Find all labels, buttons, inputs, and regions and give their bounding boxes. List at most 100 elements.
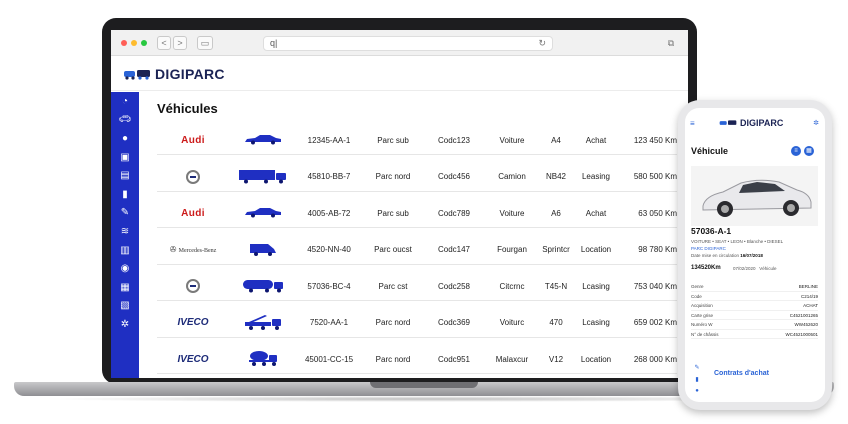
detail-label: Acquisition [691,303,713,308]
plate-number: 12345-AA-1 [307,135,351,145]
browser-toolbar: < > ▭ q| ↻ ⧉ [111,30,688,56]
mileage: 580 500 Km [633,172,677,181]
plate-number: 4520-NN-40 [307,245,351,254]
detail-label: N° de châssis [691,331,719,337]
sedan-icon [229,206,297,220]
vehicle-photo [691,166,818,226]
detail-row: Code C214/19 [691,292,818,301]
phone-header: ≡ DIGIPARC ✲ [685,118,825,136]
app-header: DIGIPARC [111,57,688,91]
date-label: Date mise en circulation [691,253,740,258]
phone-screen: ≡ DIGIPARC ✲ Véhicule ≡ ▦ 57036-A-1 VOIT… [685,108,825,402]
volvo-logo-icon [186,279,200,293]
mileage-source: Véhicule [759,266,777,271]
plate-number: 45810-BB-7 [307,172,351,181]
vehicle-park: PARC DIGIPARC [691,246,726,251]
acquisition-mode: Lcasing [582,318,610,327]
detail-label: Carte grise [691,312,714,318]
vehicle-model: T45-N [544,281,568,291]
maximize-dot[interactable] [141,40,147,46]
page-title: Véhicules [157,101,218,116]
tanker-icon [229,277,297,295]
settings-icon[interactable]: ✲ [813,119,819,127]
vehicle-code: Codc147 [437,245,471,254]
detail-label: Code [691,293,702,299]
vehicle-type: Voiture [499,135,525,145]
acquisition-mode: Leasing [581,172,611,181]
table-row[interactable]: Audi 4005-AB-72 Parc sub Codc789 Voiture A6 Ac… [157,199,677,228]
detail-row: N° de châssis WC4521000501 [691,330,818,339]
car-icon[interactable]: 🚗︎ [111,111,139,130]
report-icon[interactable]: ▧ [111,297,139,316]
detail-row: Genre BERLINE [691,282,818,292]
vehicle-site: Parc sub [377,135,409,145]
vehicle-code: Codc789 [437,208,471,218]
car-photo-icon [702,179,812,217]
vehicle-type: Camion [498,172,526,181]
plate-number: 45001-CC-15 [304,354,354,364]
vehicle-code: Codc123 [437,135,471,145]
vehicles-panel: Véhicules Audi 12345-AA-1 Parc sub Codc123 V… [139,92,688,378]
vehicle-site: Parc nord [375,172,411,181]
detail-value: WC4521000501 [785,331,818,337]
table-row[interactable]: 45810-BB-7 Parc nord Codc456 Camion NB42 Leas… [157,163,677,192]
table-row[interactable]: 57036-BC-4 Parc cst Codc258 Citcrnc T45-N Lca… [157,272,677,301]
brand-logo: IVECO [157,354,229,365]
brand-logo: ✇ Mercedes-Benz [157,245,229,254]
table-row[interactable]: IVECO 45001-CC-15 Parc nord Codc951 Malaxcur… [157,345,677,374]
minimize-dot[interactable] [131,40,137,46]
wrench-icon[interactable]: ✎ [694,364,699,371]
table-row[interactable]: ✇ Mercedes-Benz 4520-NN-40 Parc oucst Codc1… [157,236,677,265]
laptop-notch [370,382,478,388]
fleet-logo-icon [719,120,737,125]
sidebar-toggle-icon[interactable]: ▭ [197,36,213,50]
close-dot[interactable] [121,40,127,46]
bus-icon[interactable]: ▦ [111,278,139,297]
vehicle-model: A6 [551,208,561,218]
vehicle-summary: VOITURE • SEAT • LEON • Blanche • DIESEL [691,239,784,244]
building-icon[interactable]: ▣ [111,148,139,167]
fuel-icon[interactable]: ▮ [695,376,698,383]
forward-button[interactable]: > [173,36,187,50]
menu-icon[interactable]: ≡ [690,119,695,128]
vehicle-model: A4 [551,135,561,145]
laptop-screen: < > ▭ q| ↻ ⧉ DIGIPARC ◔ 🚗︎ ● ▣ ▤ ▮ ✎ ≋ ▥… [111,30,688,378]
detail-value: WW452620 [794,322,818,327]
wrench-icon[interactable]: ✎ [111,204,139,223]
acquisition-mode: Achat [585,135,607,145]
detail-label: Numéro W [691,322,713,327]
vehicle-site: Parc cst [378,281,408,291]
settings-icon[interactable]: ✲ [111,315,139,334]
location-pin-icon[interactable]: ◉ [111,259,139,278]
acquisition-mode: Location [580,245,612,254]
detail-value: ACHAT [803,303,818,308]
vehicle-type: Fourgan [497,245,527,254]
document-icon[interactable]: ▤ [111,166,139,185]
mileage: 134520Km [691,265,721,271]
back-button[interactable]: < [157,36,171,50]
list-view-icon[interactable]: ≡ [791,146,801,156]
driver-icon[interactable]: ● [111,129,139,148]
grid-view-icon[interactable]: ▦ [804,146,814,156]
vehicle-type: Malaxcur [495,354,529,364]
sites-icon[interactable]: ▥ [111,241,139,260]
layers-icon[interactable]: ≋ [111,222,139,241]
mileage: 123 450 Km [633,135,677,145]
phone-logo[interactable]: DIGIPARC [719,118,783,128]
fuel-icon[interactable]: ▮ [111,185,139,204]
address-bar[interactable]: q| ↻ [263,36,553,51]
dashboard-icon[interactable]: ◔ [111,92,139,111]
table-row[interactable]: IVECO 7520-AA-1 Parc nord Codc369 Voiturc 470… [157,309,677,338]
plate-number: 7520-AA-1 [309,318,349,327]
purchase-contracts-link[interactable]: Contrats d'achat [714,370,769,377]
driver-icon[interactable]: ● [695,388,699,394]
tabs-overview-icon[interactable]: ⧉ [664,36,678,50]
detail-value: C214/19 [800,293,818,299]
mileage: 753 040 Km [633,281,677,291]
reload-icon[interactable]: ↻ [538,37,546,50]
table-row[interactable]: Audi 12345-AA-1 Parc sub Codc123 Voiture A4 Ac… [157,126,677,155]
app-logo[interactable]: DIGIPARC [123,66,225,82]
detail-row: Acquisition ACHAT [691,301,818,311]
vehicle-model: V12 [548,354,564,364]
vehicle-model: NB42 [545,172,566,181]
